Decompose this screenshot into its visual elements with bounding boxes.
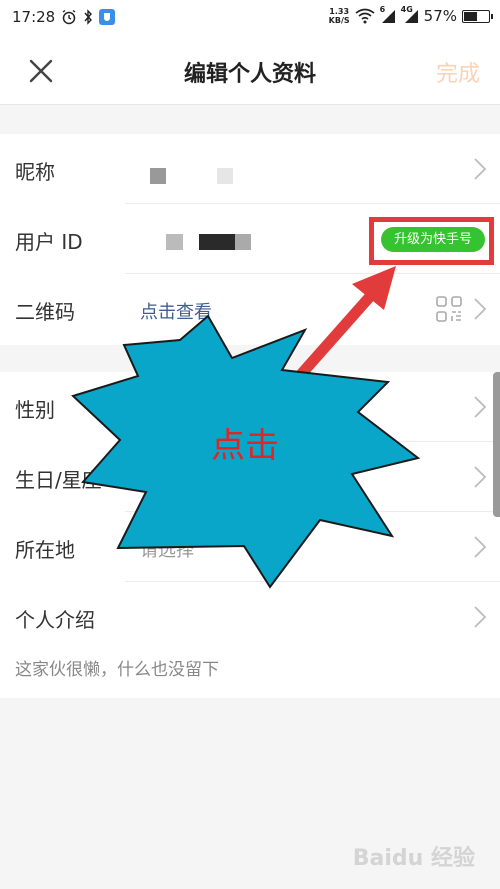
side-drawer-handle[interactable] — [493, 372, 500, 517]
red-arrow — [290, 266, 396, 386]
tap-hint-text: 点击 — [211, 426, 279, 466]
watermark: Baidu 经验 — [352, 846, 475, 871]
